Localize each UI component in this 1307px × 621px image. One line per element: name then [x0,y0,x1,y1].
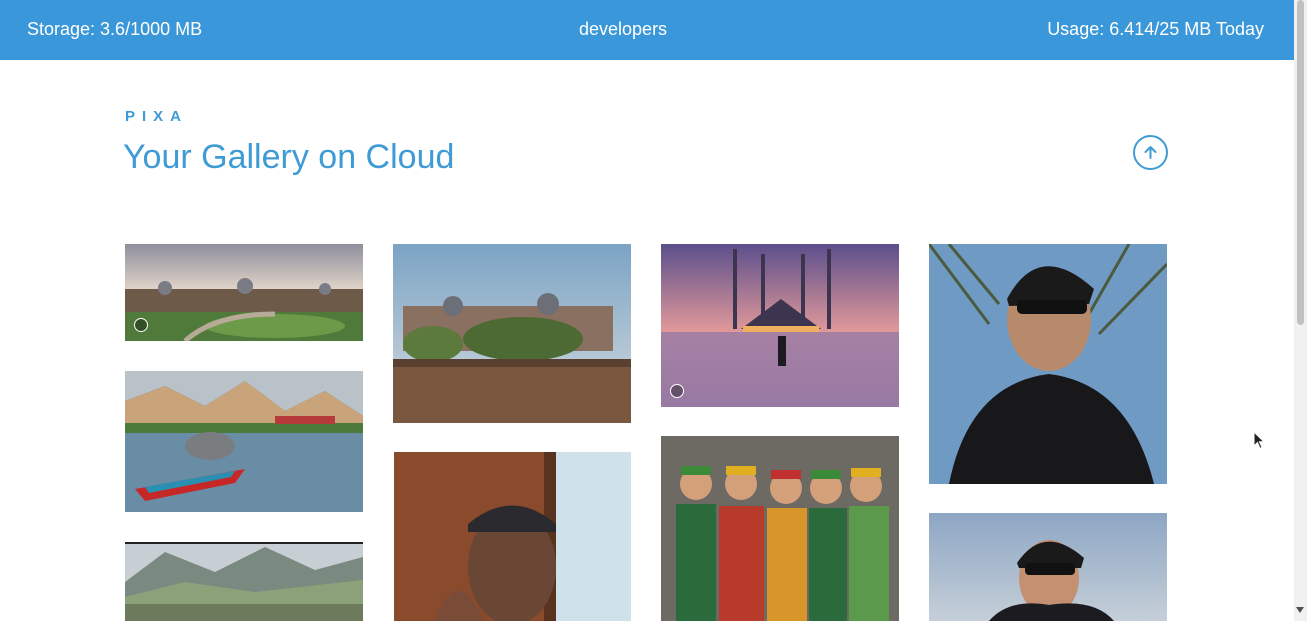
brand-label: PIXA [125,108,189,125]
gallery-photo-selfie-cap[interactable] [394,452,631,621]
gallery-photo-lake-boat[interactable] [125,371,363,512]
arrow-up-icon [1144,146,1157,159]
gallery-photo-campus-panorama[interactable] [125,244,363,341]
upload-button[interactable] [1133,135,1168,170]
top-bar: Storage: 3.6/1000 MB developers Usage: 6… [0,0,1294,60]
mouse-pointer-icon [1253,431,1265,450]
lens-icon [134,318,148,332]
usage-status: Usage: 6.414/25 MB Today [1047,19,1264,39]
lens-icon [670,384,684,398]
scroll-down-arrow-icon[interactable] [1296,607,1304,613]
gallery-photo-valley-town[interactable] [125,542,363,621]
scrollbar-thumb[interactable] [1297,0,1304,325]
scrollbar[interactable] [1294,0,1307,621]
gallery-photo-portrait-sunglasses-sky[interactable] [929,513,1167,621]
gallery-photo-children-traditional-dress[interactable] [661,436,899,621]
gallery-photo-portrait-sunglasses-tree[interactable] [929,244,1167,484]
gallery-photo-mosque-sunset[interactable] [661,244,899,407]
page-title: Your Gallery on Cloud [123,138,455,176]
gallery-photo-campus-building[interactable] [393,244,631,423]
account-name: developers [579,19,668,39]
storage-status: Storage: 3.6/1000 MB [27,19,203,39]
